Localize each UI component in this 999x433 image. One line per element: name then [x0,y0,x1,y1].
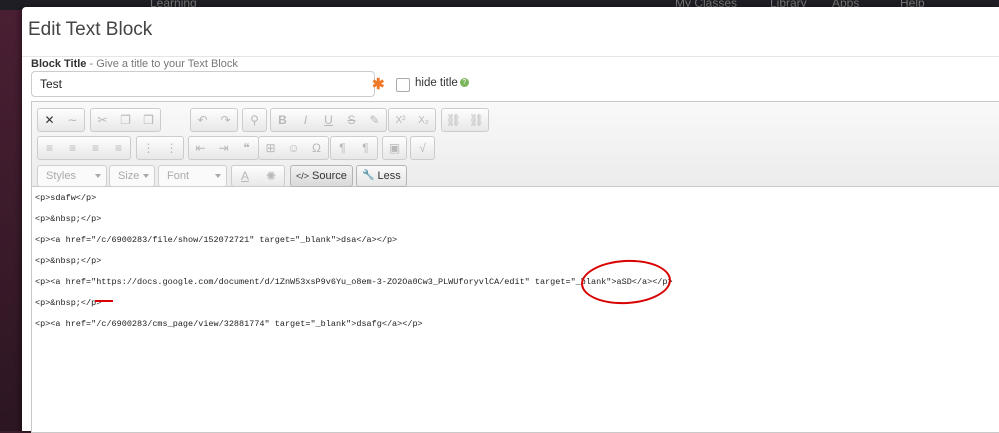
toolbar-group-colors: A ✺ [231,165,285,187]
paste-icon[interactable]: ❒ [137,109,160,131]
subscript-icon[interactable]: X₂ [412,109,435,131]
toolbar-group-insert: ⊞ ☺ Ω [258,136,329,160]
styles-select[interactable]: Styles [37,165,107,187]
maximize-icon[interactable]: ✕ [38,109,61,131]
underline-icon[interactable]: U [317,109,340,131]
toolbar-group-links: ⛓ ⛓ [441,108,489,132]
spellcheck-icon[interactable]: ∼ [61,109,84,131]
toolbar-group-align: ≡ ≡ ≡ ≡ [37,136,131,160]
unlink-icon[interactable]: ⛓ [465,109,488,131]
red-underline-annotation [95,300,113,302]
rich-text-editor: ✕ ∼ ✂ ❐ ❒ ↶ ↷ ⚲ B I U S ✎ X² X₂ ⛓ ⛓ ≡ ≡ … [31,101,999,433]
edit-text-block-dialog: Edit Text Block Block Title - Give a tit… [22,7,999,433]
background-sidebar [0,10,22,431]
toolbar-group-scripts: X² X₂ [388,108,436,132]
toolbar-group-basic-styles: B I U S ✎ [270,108,387,132]
toolbar-group-find: ⚲ [242,108,267,132]
block-title-input[interactable] [31,71,375,97]
italic-icon[interactable]: I [294,109,317,131]
wrench-icon: 🔧 [362,170,375,181]
bulleted-list-icon[interactable]: ⋮ [160,137,183,159]
bold-icon[interactable]: B [271,109,294,131]
source-code-area[interactable]: <p>sdafw</p> <p>&nbsp;</p> <p><a href="/… [32,187,999,432]
toolbar-group-media: ▣ [382,136,407,160]
styles-select-label: Styles [46,170,76,182]
source-line: <p><a href="/c/6900283/cms_page/view/328… [35,319,423,329]
size-select[interactable]: Size [109,165,155,187]
toolbar-group-document: ✕ ∼ [37,108,85,132]
font-select[interactable]: Font [158,165,227,187]
source-button-label: Source [312,170,347,182]
special-char-icon[interactable]: Ω [305,137,328,159]
strike-icon[interactable]: S [340,109,363,131]
undo-icon[interactable]: ↶ [191,109,214,131]
remove-format-icon[interactable]: ✎ [363,109,386,131]
smiley-icon[interactable]: ☺ [282,137,305,159]
toolbar-group-history: ↶ ↷ [190,108,238,132]
toolbar-group-lists: ⋮ ⋮ [136,136,184,160]
align-left-icon[interactable]: ≡ [38,137,61,159]
chevron-down-icon [215,174,221,178]
source-line: <p><a href="https://docs.google.com/docu… [35,277,673,287]
toolbar-group-indent: ⇤ ⇥ ❝ [188,136,259,160]
bg-color-icon[interactable]: ✺ [258,166,284,186]
block-title-label-text: Block Title [31,58,87,70]
math-icon[interactable]: √ [411,137,434,159]
link-icon[interactable]: ⛓ [442,109,465,131]
less-button[interactable]: 🔧 Less [356,165,407,187]
outdent-icon[interactable]: ⇤ [189,137,212,159]
source-line: <p>&nbsp;</p> [35,214,102,224]
required-asterisk-icon: ✱ [372,76,385,93]
hide-title-label: hide title? [415,77,469,89]
rtl-icon[interactable]: ¶ [354,137,377,159]
block-title-label: Block Title - Give a title to your Text … [31,58,238,70]
redo-icon[interactable]: ↷ [214,109,237,131]
hide-title-text: hide title [415,77,458,89]
align-right-icon[interactable]: ≡ [84,137,107,159]
superscript-icon[interactable]: X² [389,109,412,131]
find-icon[interactable]: ⚲ [243,109,266,131]
dialog-title: Edit Text Block [28,19,153,40]
indent-icon[interactable]: ⇥ [212,137,235,159]
source-line: <p>sdafw</p> [35,193,97,203]
toolbar-group-math: √ [410,136,435,160]
size-select-label: Size [118,170,140,182]
cut-icon[interactable]: ✂ [91,109,114,131]
font-select-label: Font [167,170,190,182]
toolbar-group-direction: ¶ ¶ [330,136,378,160]
ltr-icon[interactable]: ¶ [331,137,354,159]
numbered-list-icon[interactable]: ⋮ [137,137,160,159]
text-color-icon[interactable]: A [232,166,258,186]
toolbar-group-clipboard: ✂ ❐ ❒ [90,108,161,132]
align-justify-icon[interactable]: ≡ [107,137,130,159]
image-icon[interactable]: ▣ [383,137,406,159]
hide-title-checkbox[interactable] [396,78,410,92]
block-title-hint: - Give a title to your Text Block [86,58,238,70]
source-line: <p>&nbsp;</p> [35,298,102,308]
source-line: <p>&nbsp;</p> [35,256,102,266]
help-icon[interactable]: ? [459,78,469,88]
chevron-down-icon [143,174,149,178]
source-button[interactable]: </> Source [290,165,353,187]
less-button-label: Less [377,170,401,182]
copy-icon[interactable]: ❐ [114,109,137,131]
table-icon[interactable]: ⊞ [259,137,282,159]
chevron-down-icon [95,174,101,178]
editor-toolbar: ✕ ∼ ✂ ❐ ❒ ↶ ↷ ⚲ B I U S ✎ X² X₂ ⛓ ⛓ ≡ ≡ … [32,102,999,187]
align-center-icon[interactable]: ≡ [61,137,84,159]
source-code-icon: </> [296,171,310,181]
blockquote-icon[interactable]: ❝ [235,137,258,159]
dialog-divider [22,56,999,57]
source-line: <p><a href="/c/6900283/file/show/1520727… [35,235,398,245]
